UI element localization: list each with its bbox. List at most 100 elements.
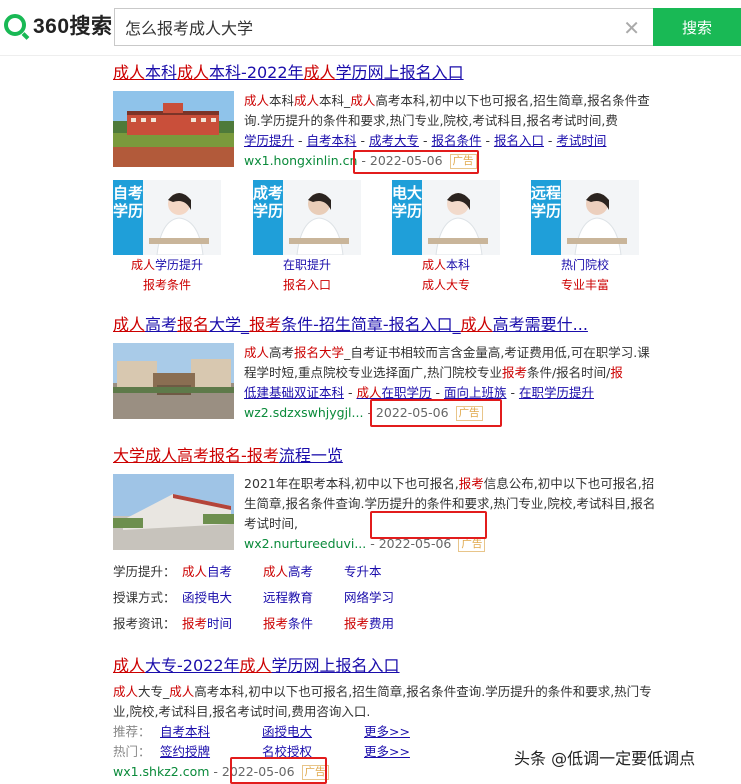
ad-badge: 广告	[455, 406, 483, 421]
tile-tag: 远程学历	[531, 180, 561, 255]
sitelink[interactable]: 考试时间	[556, 133, 606, 148]
sitelink[interactable]: 低建基础双证本科	[244, 385, 344, 400]
highlight-text: 成人	[421, 258, 446, 272]
recommend-label: 推荐：	[113, 724, 151, 739]
highlight-text[interactable]: 成人	[461, 315, 493, 334]
clear-icon[interactable]: ✕	[623, 16, 640, 40]
result-thumbnail[interactable]	[113, 343, 234, 419]
text-segment[interactable]: 大学_	[209, 315, 249, 334]
text-segment: 高考本科,初中以下也可报名,招生简章,报名条件查询.学历提升的条件和要求,热门专…	[113, 684, 652, 719]
text-segment[interactable]: 高考需要什...	[493, 315, 588, 334]
sitelink[interactable]: 成人在职学历	[356, 385, 431, 400]
text-segment[interactable]: 本科	[145, 63, 177, 82]
category-item[interactable]: 成人高考	[263, 562, 344, 588]
result-url-row: wx1.hongxinlin.cn - 2022-05-06 广告	[244, 151, 656, 171]
result-title[interactable]: 大学成人高考报名-报考流程一览	[113, 446, 658, 466]
image-tile[interactable]: 电大学历成人本科成人大专	[392, 180, 500, 293]
result-url[interactable]: wx1.shkz2.com	[113, 764, 209, 779]
tile-subtitle[interactable]: 成人大专	[392, 277, 500, 293]
recommend-item[interactable]: 自考本科	[160, 722, 262, 742]
category-item[interactable]: 专升本	[344, 562, 425, 588]
text-segment: 条件	[288, 616, 314, 631]
hot-more[interactable]: 更多>>	[364, 742, 466, 762]
highlight-text: 报考	[344, 616, 370, 631]
highlight-text[interactable]: 大学	[113, 446, 145, 465]
image-tile[interactable]: 成考学历在职提升报名入口	[253, 180, 361, 293]
text-segment[interactable]: 本科-2022年	[209, 63, 304, 82]
tile-image[interactable]: 成考学历	[253, 180, 361, 255]
tile-image[interactable]: 远程学历	[531, 180, 639, 255]
hot-item[interactable]: 名校授权	[262, 742, 364, 762]
category-item[interactable]: 远程教育	[263, 588, 344, 614]
text-segment: 面向上班族	[443, 385, 507, 400]
recommend-item[interactable]: 函授电大	[262, 722, 364, 742]
result-url[interactable]: wx2.nurtureeduvi...	[244, 536, 366, 551]
highlight-text[interactable]: 报名	[177, 315, 209, 334]
highlight-text: 成人	[169, 684, 195, 699]
highlight-text[interactable]: 成人	[113, 315, 145, 334]
search-button[interactable]: 搜索	[653, 8, 741, 46]
logo-text: 360搜索	[33, 15, 113, 38]
tile-title[interactable]: 热门院校	[531, 257, 639, 273]
highlight-text[interactable]: 成人	[113, 63, 145, 82]
hot-item[interactable]: 签约授牌	[160, 742, 262, 762]
text-segment[interactable]: 条件-招生简章-报名入口_	[281, 315, 461, 334]
tile-image[interactable]: 自考学历	[113, 180, 221, 255]
tile-tag: 自考学历	[113, 180, 143, 255]
text-segment: 学历提升	[155, 258, 204, 272]
result-title[interactable]: 成人大专-2022年成人学历网上报名入口	[113, 656, 658, 676]
highlight-text[interactable]: 成人	[304, 63, 336, 82]
highlight-text[interactable]: 成人	[240, 656, 272, 675]
text-segment: 本科	[269, 93, 295, 108]
text-segment[interactable]: 学历网上报名入口	[272, 656, 400, 675]
category-row: 报考资讯： 报考时间 报考条件 报考费用	[113, 614, 658, 640]
category-item[interactable]: 报考时间	[182, 614, 263, 640]
sitelink[interactable]: 在职学历提升	[519, 385, 594, 400]
result-url[interactable]: wx1.hongxinlin.cn	[244, 153, 357, 168]
text-segment: 本科	[446, 258, 471, 272]
separator: -	[344, 385, 357, 400]
tile-subtitle[interactable]: 专业丰富	[531, 277, 639, 293]
sitelink[interactable]: 报名入口	[494, 133, 544, 148]
highlight-text[interactable]: 高考报名-	[177, 446, 247, 465]
highlight-text[interactable]: 报考	[247, 446, 279, 465]
result-thumbnail[interactable]	[113, 474, 234, 550]
sitelink[interactable]: 面向上班族	[444, 385, 507, 400]
result-title[interactable]: 成人本科成人本科-2022年成人学历网上报名入口	[113, 63, 658, 83]
tile-image[interactable]: 电大学历	[392, 180, 500, 255]
sitelink[interactable]: 成考大专	[369, 133, 419, 148]
category-item[interactable]: 报考条件	[263, 614, 344, 640]
image-tile[interactable]: 自考学历成人学历提升 报考条件	[113, 180, 221, 293]
ad-badge: 广告	[458, 537, 486, 552]
category-item[interactable]: 网络学习	[344, 588, 425, 614]
tile-title[interactable]: 成人学历提升	[113, 257, 221, 273]
highlight-text[interactable]: 成人	[177, 63, 209, 82]
result-date: - 2022-05-06	[370, 536, 452, 551]
sitelink[interactable]: 学历提升	[244, 133, 294, 148]
result-url[interactable]: wz2.sdzxswhjygjl...	[244, 405, 363, 420]
sitelink[interactable]: 自考本科	[306, 133, 356, 148]
sitelink[interactable]: 报名条件	[431, 133, 481, 148]
result-sitelinks: 学历提升 - 自考本科 - 成考大专 - 报名条件 - 报名入口 - 考试时间	[244, 131, 656, 151]
tile-subtitle[interactable]: 报考条件	[113, 277, 221, 293]
tile-subtitle[interactable]: 报名入口	[253, 277, 361, 293]
highlight-text[interactable]: 成人	[113, 656, 145, 675]
tile-title[interactable]: 成人本科	[392, 257, 500, 273]
text-segment[interactable]: 学历网上报名入口	[336, 63, 464, 82]
search-input[interactable]	[115, 9, 654, 45]
category-item[interactable]: 报考费用	[344, 614, 425, 640]
highlight-text[interactable]: 成人	[145, 446, 177, 465]
text-segment[interactable]: 高考	[145, 315, 177, 334]
tile-title[interactable]: 在职提升	[253, 257, 361, 273]
image-tile[interactable]: 远程学历热门院校专业丰富	[531, 180, 639, 293]
result-title[interactable]: 成人高考报名大学_报考条件-招生简章-报名入口_成人高考需要什...	[113, 315, 658, 335]
text-segment[interactable]: 流程一览	[279, 446, 343, 465]
category-item[interactable]: 成人自考	[182, 562, 263, 588]
category-item[interactable]: 函授电大	[182, 588, 263, 614]
logo[interactable]: 360搜索	[4, 12, 113, 38]
highlight-text[interactable]: 报考	[249, 315, 281, 334]
text-segment[interactable]: 大专-2022年	[145, 656, 240, 675]
text-segment: 大专_	[138, 684, 170, 699]
recommend-more[interactable]: 更多>>	[364, 722, 466, 742]
result-thumbnail[interactable]	[113, 91, 234, 167]
